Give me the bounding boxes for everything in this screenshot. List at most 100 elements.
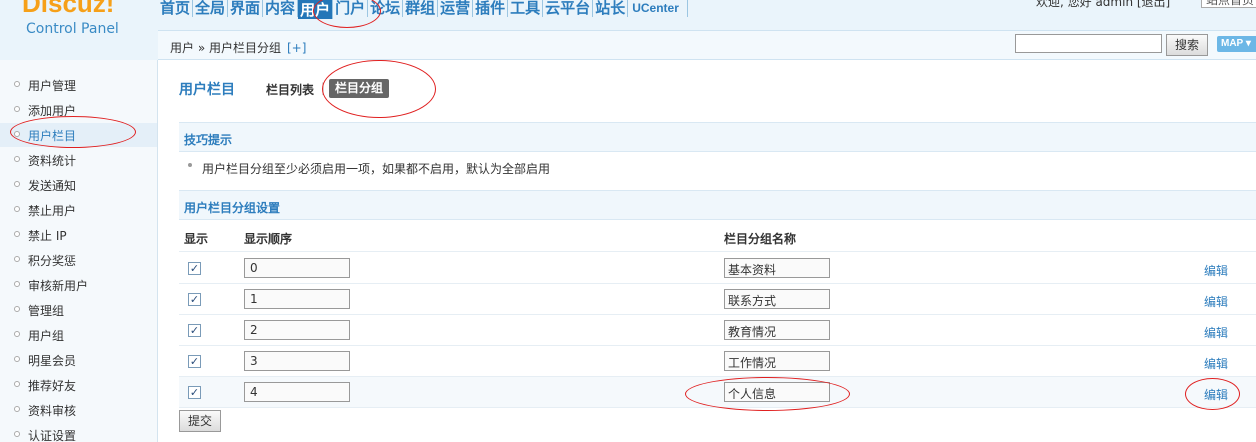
breadcrumb-bar: 用户 » 用户栏目分组 [+] 搜索 MAP ▾ [158, 30, 1256, 60]
sidebar-item-star-members[interactable]: 明星会员 [0, 348, 157, 372]
sidebar-item-add-user[interactable]: 添加用户 [0, 98, 157, 122]
edit-link[interactable]: 编辑 [1204, 386, 1228, 403]
show-checkbox[interactable]: ✓ [188, 293, 201, 306]
col-name: 栏目分组名称 [724, 232, 797, 246]
order-input[interactable]: 4 [244, 382, 350, 402]
nav-global[interactable]: 全局 [193, 0, 229, 17]
group-name-input[interactable]: 工作情况 [724, 351, 830, 371]
bullet-icon [14, 281, 20, 287]
breadcrumb: 用户 » 用户栏目分组 [+] [170, 39, 306, 56]
bullet-icon [14, 156, 20, 162]
search-button[interactable]: 搜索 [1166, 34, 1208, 56]
nav-interface[interactable]: 界面 [228, 0, 264, 17]
edit-link[interactable]: 编辑 [1204, 355, 1228, 372]
nav-user[interactable]: 用户 [298, 0, 334, 19]
page-title: 用户栏目 [179, 82, 235, 98]
table-row: ✓ 0 基本资料 编辑 [179, 253, 1256, 284]
logout-link[interactable]: [退出] [1137, 0, 1170, 9]
sidebar-item-send-notice[interactable]: 发送通知 [0, 173, 157, 197]
search-input[interactable] [1015, 34, 1162, 53]
sidebar-item-user-groups[interactable]: 用户组 [0, 323, 157, 347]
bullet-icon [14, 381, 20, 387]
show-checkbox[interactable]: ✓ [188, 386, 201, 399]
show-checkbox[interactable]: ✓ [188, 262, 201, 275]
nav-forum[interactable]: 论坛 [368, 0, 404, 17]
show-checkbox[interactable]: ✓ [188, 324, 201, 337]
logo-brand: Discuz! [22, 0, 115, 18]
edit-link[interactable]: 编辑 [1204, 293, 1228, 310]
sidebar: 用户管理 添加用户 用户栏目 资料统计 发送通知 禁止用户 禁止 IP 积分奖惩… [0, 60, 158, 442]
logo[interactable]: Discuz! Control Panel [0, 0, 158, 60]
nav-plugin[interactable]: 插件 [473, 0, 509, 17]
map-button[interactable]: MAP ▾ [1217, 36, 1256, 52]
bullet-icon [14, 231, 20, 237]
order-input[interactable]: 0 [244, 258, 350, 278]
settings-header: 用户栏目分组设置 [179, 190, 1256, 220]
site-home-button[interactable]: 站点首页 [1201, 0, 1256, 8]
group-name-input[interactable]: 个人信息 [724, 382, 830, 402]
sidebar-item-verification[interactable]: 认证设置 [0, 423, 157, 442]
nav-tools[interactable]: 工具 [508, 0, 544, 17]
bullet-icon [14, 181, 20, 187]
group-name-input[interactable]: 联系方式 [724, 289, 830, 309]
breadcrumb-path: 用户 » 用户栏目分组 [170, 41, 281, 55]
map-label: MAP [1221, 38, 1244, 49]
table-row: ✓ 4 个人信息 编辑 [179, 377, 1256, 408]
edit-link[interactable]: 编辑 [1204, 324, 1228, 341]
table-row: ✓ 3 工作情况 编辑 [179, 346, 1256, 377]
order-input[interactable]: 3 [244, 351, 350, 371]
tips-text: 用户栏目分组至少必须启用一项，如果都不启用，默认为全部启用 [202, 162, 551, 176]
nav-home[interactable]: 首页 [158, 0, 194, 17]
bullet-icon [14, 431, 20, 437]
bullet-icon [14, 106, 20, 112]
settings-title: 用户栏目分组设置 [184, 201, 281, 215]
order-input[interactable]: 1 [244, 289, 350, 309]
group-name-input[interactable]: 基本资料 [724, 258, 830, 278]
logo-subtitle: Control Panel [26, 21, 119, 37]
order-input[interactable]: 2 [244, 320, 350, 340]
nav-admin[interactable]: 站长 [593, 0, 629, 17]
sidebar-item-user-columns[interactable]: 用户栏目 [0, 123, 157, 147]
bullet-icon [14, 206, 20, 212]
top-nav: 首页 全局 界面 内容 用户 门户 论坛 群组 运营 插件 工具 云平台 站长 … [158, 0, 688, 19]
bullet-icon [14, 406, 20, 412]
col-show: 显示 [184, 232, 209, 246]
nav-portal[interactable]: 门户 [333, 0, 369, 17]
sidebar-item-ban-ip[interactable]: 禁止 IP [0, 223, 157, 247]
nav-cloud[interactable]: 云平台 [543, 0, 594, 17]
tab-separator: | [321, 81, 326, 95]
nav-content[interactable]: 内容 [263, 0, 299, 17]
bullet-icon [14, 81, 20, 87]
sidebar-item-audit-new-users[interactable]: 审核新用户 [0, 273, 157, 297]
group-name-input[interactable]: 教育情况 [724, 320, 830, 340]
edit-link[interactable]: 编辑 [1204, 262, 1228, 279]
sidebar-item-user-manage[interactable]: 用户管理 [0, 73, 157, 97]
sidebar-item-ban-user[interactable]: 禁止用户 [0, 198, 157, 222]
bullet-icon [14, 256, 20, 262]
chevron-down-icon: ▾ [1245, 38, 1251, 49]
tab-column-groups[interactable]: 栏目分组 [329, 79, 390, 98]
tips-header: 技巧提示 [179, 122, 1256, 152]
bullet-icon [188, 163, 192, 167]
sidebar-item-credits[interactable]: 积分奖惩 [0, 248, 157, 272]
sidebar-item-profile-stats[interactable]: 资料统计 [0, 148, 157, 172]
sidebar-item-admin-groups[interactable]: 管理组 [0, 298, 157, 322]
nav-ucenter[interactable]: UCenter [628, 0, 688, 17]
tab-column-list[interactable]: 栏目列表 [266, 81, 314, 98]
bullet-icon [14, 306, 20, 312]
tips-content: 用户栏目分组至少必须启用一项，如果都不启用，默认为全部启用 [179, 153, 1256, 183]
col-order: 显示顺序 [244, 232, 293, 246]
bullet-icon [14, 331, 20, 337]
submit-button[interactable]: 提交 [179, 410, 221, 432]
welcome-text: 欢迎, 您好 admin [1036, 0, 1134, 9]
nav-ops[interactable]: 运营 [438, 0, 474, 17]
nav-group[interactable]: 群组 [403, 0, 439, 17]
table-row: ✓ 1 联系方式 编辑 [179, 284, 1256, 315]
sidebar-item-profile-audit[interactable]: 资料审核 [0, 398, 157, 422]
add-shortcut-link[interactable]: [+] [287, 41, 306, 55]
table-row: ✓ 2 教育情况 编辑 [179, 315, 1256, 346]
bullet-icon [14, 356, 20, 362]
sidebar-item-recommend-friends[interactable]: 推荐好友 [0, 373, 157, 397]
show-checkbox[interactable]: ✓ [188, 355, 201, 368]
user-welcome: 欢迎, 您好 admin [退出] [1036, 0, 1170, 10]
